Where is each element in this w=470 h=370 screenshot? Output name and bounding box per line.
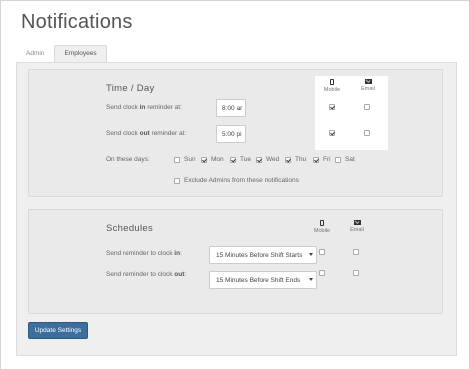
employees-panel: Time / Day Mobile Email Send clock in re… [16,62,457,356]
schedules-title: Schedules [106,223,154,234]
schedule-clock-out-email-checkbox[interactable] [353,270,359,276]
clock-out-reminder-value: 15 Minutes Before Shift Ends [216,277,301,284]
clock-in-time-input[interactable]: 8:00 ar [216,99,246,117]
day-checkbox [256,157,262,163]
clock-in-mobile-checkbox[interactable] [329,104,335,110]
clock-out-email-checkbox[interactable] [364,130,370,136]
schedule-clock-out-mobile-checkbox[interactable] [319,270,325,276]
clock-in-email-checkbox[interactable] [364,104,370,110]
chevron-down-icon [309,253,313,256]
tab-bar: Admin Employees [16,45,107,63]
notifications-page: Notifications Admin Employees Time / Day… [0,0,470,370]
schedules-card: Schedules Mobile Email Send reminder to … [28,209,443,314]
time-day-title: Time / Day [106,83,155,94]
update-settings-button[interactable]: Update Settings [28,322,88,339]
clock-out-time-input[interactable]: 5:00 pi [216,125,246,143]
chevron-down-icon [309,278,313,281]
clock-out-mobile-checkbox[interactable] [329,130,335,136]
email-column-label: Email [361,86,375,92]
day-checkbox [285,157,291,163]
schedule-clock-in-email-checkbox[interactable] [353,249,359,255]
exclude-admins-checkbox [174,178,180,184]
mobile-column-header: Mobile [320,79,344,93]
phone-icon [330,79,334,85]
clock-in-label: Send clock in reminder at: [106,104,182,111]
email-column-header: Email [356,79,380,92]
mobile-column-header: Mobile [310,220,334,234]
envelope-icon [364,79,372,84]
clock-in-reminder-select[interactable]: 15 Minutes Before Shift Starts [209,246,317,264]
day-checkbox [201,157,207,163]
day-checkbox [313,157,319,163]
page-title: Notifications [21,11,133,33]
clock-out-reminder-select[interactable]: 15 Minutes Before Shift Ends [209,271,317,289]
schedule-clock-in-label: Send reminder to clock in: [106,250,182,257]
day-checkbox [230,157,236,163]
clock-in-reminder-value: 15 Minutes Before Shift Starts [216,252,303,259]
tab-employees[interactable]: Employees [54,45,107,63]
schedule-clock-out-label: Send reminder to clock out: [106,271,187,278]
schedule-clock-in-mobile-checkbox[interactable] [319,249,325,255]
phone-icon [320,220,324,226]
day-checkbox [174,157,180,163]
days-label: On these days: [106,156,150,163]
email-column-label: Email [350,227,364,233]
mobile-column-label: Mobile [323,87,341,93]
clock-out-label: Send clock out reminder at: [106,130,187,137]
email-column-header: Email [345,220,369,233]
time-day-card: Time / Day Mobile Email Send clock in re… [28,69,443,197]
day-checkbox [335,157,341,163]
tab-admin[interactable]: Admin [16,45,54,63]
envelope-icon [353,220,361,225]
mobile-column-label: Mobile [313,228,331,234]
